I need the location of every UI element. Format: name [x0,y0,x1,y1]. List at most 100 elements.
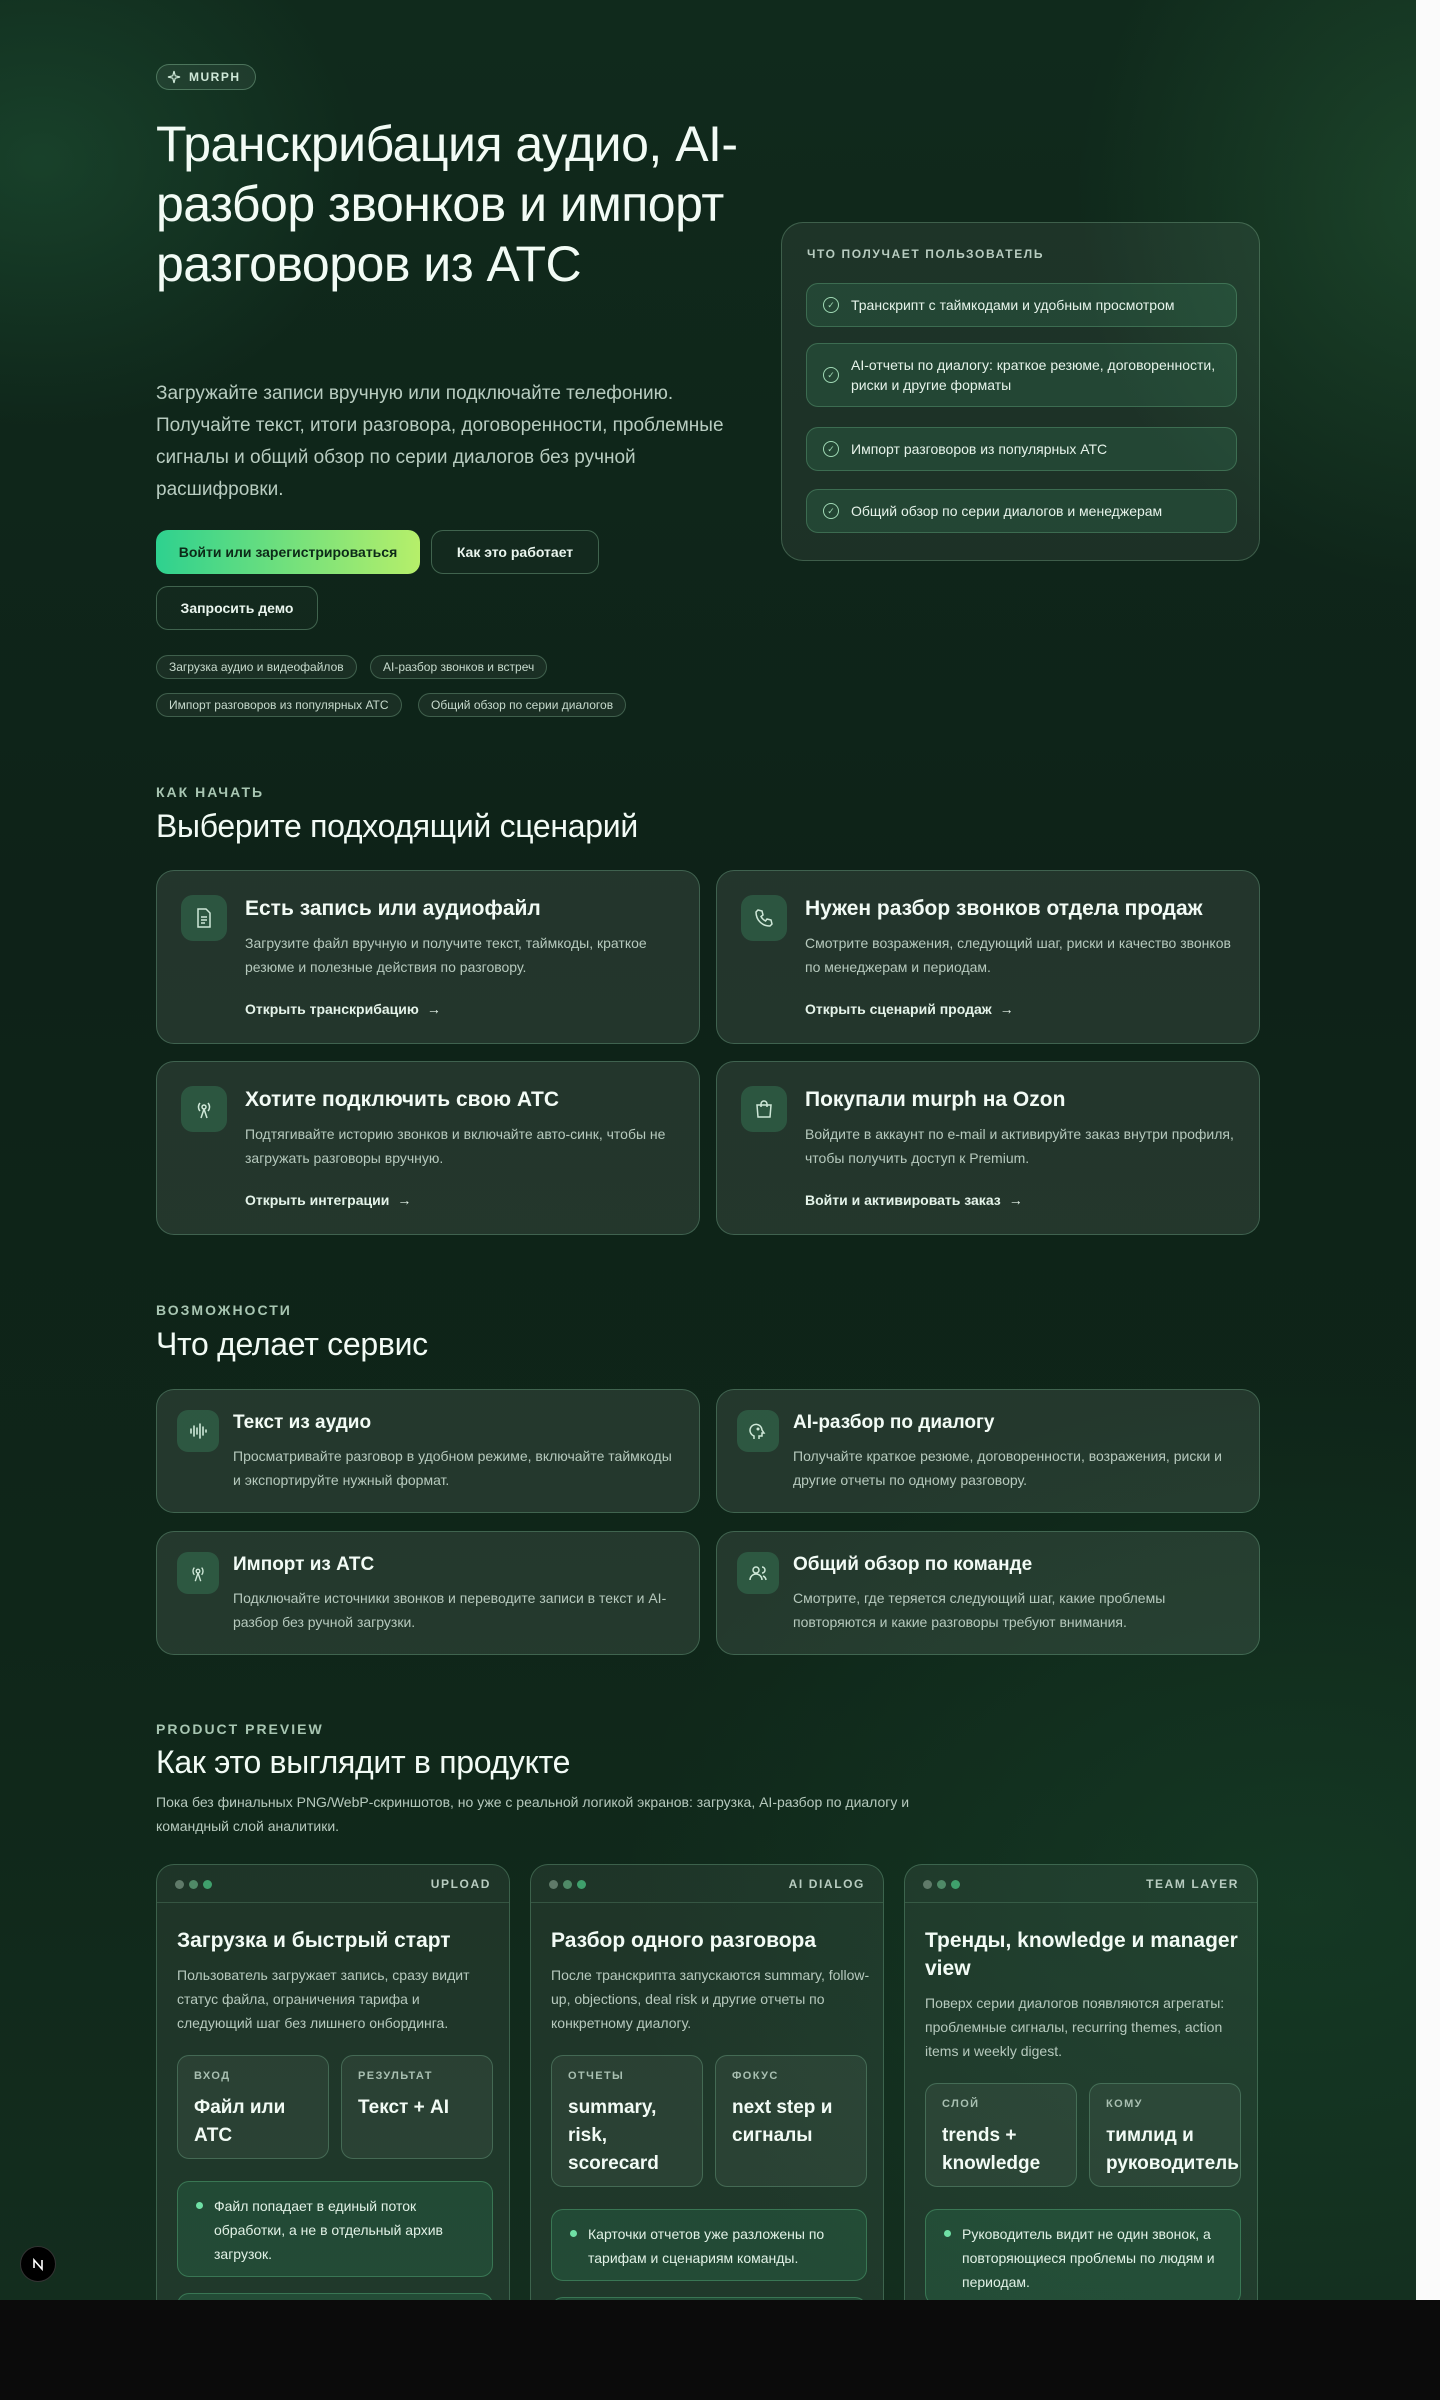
benefit-item: ✓ AI-отчеты по диалогу: краткое резюме, … [806,343,1237,407]
window-dot [577,1880,586,1889]
mini-value: тимлид и руководитель [1106,2125,1239,2174]
scenario-description: Подтягивайте историю звонков и включайте… [245,1126,666,1166]
preview-tag: AI DIALOG [788,1877,865,1891]
mini-label: ОТЧЕТЫ [568,2070,625,2082]
hero-title: Транскрибация аудио, AI-разбор звонков и… [156,116,738,292]
scenario-title: Покупали murph на Ozon [805,1088,1066,1111]
mini-value: trends + knowledge [942,2125,1041,2174]
features-title: Что делает сервис [156,1326,428,1362]
arrow-right-icon: → [397,1192,412,1208]
ai-head-icon [737,1410,779,1452]
feature-title: AI-разбор по диалогу [793,1412,995,1433]
n-logo-icon [33,2257,43,2272]
start-eyebrow: КАК НАЧАТЬ [156,784,265,800]
scenario-link-label: Открыть транскрибацию [245,1001,419,1017]
window-dot [563,1880,572,1889]
preview-card-team: TEAM LAYER Тренды, knowledge и manager v… [904,1864,1258,2300]
arrow-right-icon: → [1008,1192,1023,1208]
window-bar: TEAM LAYER [905,1865,1257,1903]
mini-value: Файл или АТС [194,2097,286,2146]
scenario-link-label: Открыть сценарий продаж [805,1001,992,1017]
window-dot [937,1880,946,1889]
preview-card-description: Поверх серии диалогов появляются агрегат… [925,1995,1225,2059]
start-title: Выберите подходящий сценарий [156,808,638,844]
scenario-card-pbx[interactable]: Хотите подключить свою АТС Подтягивайте … [156,1061,700,1235]
preview-mini-card: ВХОД Файл или АТС [177,2055,329,2159]
mini-value: Текст + AI [358,2097,450,2118]
bullet-dot [196,2202,203,2209]
note-text: Файл попадает в единый поток обработки, … [214,2198,443,2262]
benefit-text: Импорт разговоров из популярных АТС [851,441,1108,457]
mini-value: next step и сигналы [732,2097,833,2146]
benefit-text: AI-отчеты по диалогу: краткое резюме, до… [851,357,1216,393]
preview-card-upload: UPLOAD Загрузка и быстрый старт Пользова… [156,1864,510,2300]
preview-tag: UPLOAD [430,1877,491,1891]
mini-value: summary, risk, scorecard [568,2097,659,2174]
window-dot [549,1880,558,1889]
login-register-button[interactable]: Войти или зарегистрироваться [156,530,420,574]
feature-description: Просматривайте разговор в удобном режиме… [233,1448,672,1488]
feature-title: Импорт из АТС [233,1554,375,1575]
feature-chip: Импорт разговоров из популярных АТС [156,693,402,717]
preview-note-placeholder [177,2293,493,2300]
shopping-bag-icon [741,1086,787,1132]
scenario-card-ozon[interactable]: Покупали murph на Ozon Войдите в аккаунт… [716,1061,1260,1235]
feature-description: Получайте краткое резюме, договоренности… [793,1448,1222,1488]
sparkle-icon [167,70,181,84]
preview-note: Карточки отчетов уже разложены по тарифа… [551,2209,867,2281]
preview-mini-card: СЛОЙ trends + knowledge [925,2083,1077,2187]
scenario-card-file[interactable]: Есть запись или аудиофайл Загрузите файл… [156,870,700,1044]
document-icon [181,895,227,941]
check-circle-icon: ✓ [823,441,839,457]
scenario-title: Есть запись или аудиофайл [245,897,541,920]
panel-title: ЧТО ПОЛУЧАЕТ ПОЛЬЗОВАТЕЛЬ [807,247,1045,261]
benefit-text: Общий обзор по серии диалогов и менеджер… [851,503,1163,519]
bottom-bar [0,2300,1440,2400]
how-it-works-button[interactable]: Как это работает [431,530,599,574]
bullet-dot [570,2230,577,2237]
scrollbar-track[interactable] [1416,0,1440,2300]
preview-mini-card: РЕЗУЛЬТАТ Текст + AI [341,2055,493,2159]
benefit-item: ✓ Импорт разговоров из популярных АТС [806,427,1237,471]
features-eyebrow: ВОЗМОЖНОСТИ [156,1302,292,1318]
team-icon [737,1552,779,1594]
scenario-title: Хотите подключить свою АТС [245,1088,559,1111]
feature-chip: Загрузка аудио и видеофайлов [156,655,357,679]
window-dot [951,1880,960,1889]
feature-description: Смотрите, где теряется следующий шаг, ка… [793,1590,1166,1630]
feature-card-team: Общий обзор по команде Смотрите, где тер… [716,1531,1260,1655]
feature-card-text: Текст из аудио Просматривайте разговор в… [156,1389,700,1513]
preview-mini-card: КОМУ тимлид и руководитель [1089,2083,1241,2187]
feature-description: Подключайте источники звонков и переводи… [233,1590,667,1630]
preview-note: Файл попадает в единый поток обработки, … [177,2181,493,2277]
check-circle-icon: ✓ [823,503,839,519]
dev-tools-button[interactable] [20,2246,56,2282]
preview-mini-card: ФОКУС next step и сигналы [715,2055,867,2187]
mini-label: СЛОЙ [942,2098,980,2110]
preview-card-description: Пользователь загружает запись, сразу вид… [177,1967,470,2031]
waveform-icon [177,1410,219,1452]
scenario-description: Загрузите файл вручную и получите текст,… [245,935,647,975]
preview-mini-card: ОТЧЕТЫ summary, risk, scorecard [551,2055,703,2187]
window-dot [203,1880,212,1889]
scenario-link[interactable]: Открыть транскрибацию → [245,1001,441,1017]
preview-card-title: Загрузка и быстрый старт [177,1929,451,1952]
scenario-description: Смотрите возражения, следующий шаг, риск… [805,935,1231,975]
mini-label: РЕЗУЛЬТАТ [358,2070,433,2082]
scenario-link[interactable]: Войти и активировать заказ → [805,1192,1023,1208]
scenario-card-sales[interactable]: Нужен разбор звонков отдела продаж Смотр… [716,870,1260,1044]
check-circle-icon: ✓ [823,367,839,383]
arrow-right-icon: → [426,1001,441,1017]
request-demo-button[interactable]: Запросить демо [156,586,318,630]
window-dot [923,1880,932,1889]
preview-title: Как это выглядит в продукте [156,1744,571,1780]
preview-eyebrow: PRODUCT PREVIEW [156,1721,324,1737]
scenario-link[interactable]: Открыть интеграции → [245,1192,411,1208]
benefit-text: Транскрипт с таймкодами и удобным просмо… [851,297,1175,313]
preview-card-description: После транскрипта запускаются summary, f… [551,1967,870,2031]
note-text: Карточки отчетов уже разложены по тарифа… [588,2226,825,2266]
scenario-link-label: Войти и активировать заказ [805,1192,1001,1208]
preview-card-title: Разбор одного разговора [551,1929,817,1952]
brand-badge: MURPH [156,64,256,90]
scenario-link[interactable]: Открыть сценарий продаж → [805,1001,1014,1017]
